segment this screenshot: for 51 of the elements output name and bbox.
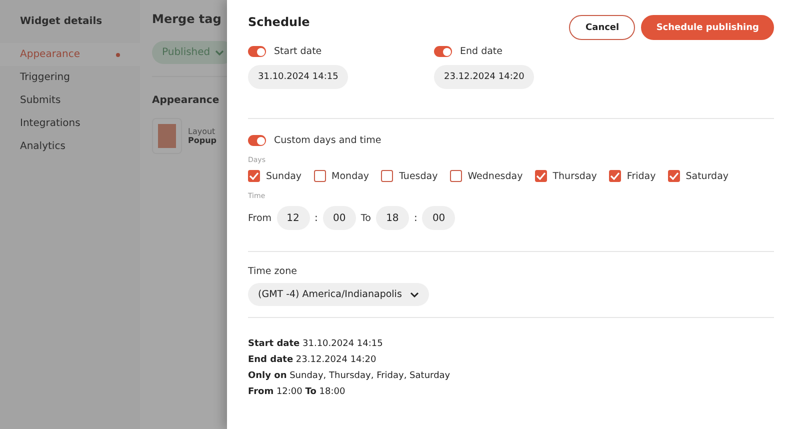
date-field[interactable]: 23.12.2024 14:20 (434, 65, 534, 89)
chevron-down-icon (410, 292, 419, 298)
toggle-switch[interactable] (248, 135, 266, 146)
time-separator: : (414, 212, 418, 224)
cancel-button[interactable]: Cancel (569, 15, 636, 40)
timezone-dropdown[interactable]: (GMT -4) America/Indianapolis (248, 283, 429, 306)
toggle-label: Custom days and time (274, 135, 382, 146)
sidebar-title: Widget details (19, 16, 104, 29)
timezone-label: Time zone (248, 266, 298, 277)
drawer-title: Schedule (248, 15, 310, 29)
sidebar-item[interactable]: Analytics (0, 135, 140, 158)
minute-field[interactable]: 00 (422, 206, 456, 230)
layout-value: Popup (188, 136, 217, 145)
day-label: Sunday (266, 170, 302, 182)
checkbox[interactable] (534, 170, 547, 182)
toggle-label: End date (460, 46, 502, 57)
time-separator: : (314, 212, 318, 224)
day-label: Thursday (552, 170, 597, 182)
schedule-publishing-button[interactable]: Schedule publishing (641, 15, 774, 40)
day-label: Wednesday (468, 170, 523, 182)
summary-line: From 12:00 To 18:00 (248, 386, 346, 399)
section-title: Appearance (152, 95, 220, 106)
chevron-down-icon (215, 50, 224, 56)
toggle-label: Start date (274, 46, 322, 57)
checkbox[interactable] (608, 170, 621, 182)
summary-line: Only on Sunday, Thursday, Friday, Saturday (248, 370, 452, 383)
layout-thumbnail (152, 118, 182, 154)
sidebar-item[interactable]: Integrations (0, 112, 140, 135)
checkbox[interactable] (381, 170, 394, 182)
from-label: From (248, 212, 272, 224)
toggle-switch[interactable] (434, 46, 452, 57)
sidebar-item[interactable]: Triggering (0, 66, 140, 89)
hour-field[interactable]: 12 (276, 206, 310, 230)
hour-field[interactable]: 18 (376, 206, 409, 230)
day-label: Tuesday (399, 170, 438, 182)
checkbox[interactable] (450, 170, 462, 182)
day-label: Saturday (686, 170, 729, 182)
day-label: Friday (626, 170, 656, 182)
toggle-switch[interactable] (248, 46, 266, 57)
layout-label: Layout (188, 127, 216, 136)
to-label: To (360, 212, 371, 224)
checkbox[interactable] (248, 170, 260, 182)
checkbox[interactable] (668, 170, 680, 182)
checkbox[interactable] (314, 170, 326, 182)
page-title: Merge tag (152, 12, 222, 26)
sidebar-item[interactable]: Submits (0, 89, 140, 112)
date-field[interactable]: 31.10.2024 14:15 (248, 65, 348, 89)
day-label: Monday (332, 170, 370, 182)
summary-line: End date 23.12.2024 14:20 (248, 354, 378, 367)
summary-line: Start date 31.10.2024 14:15 (248, 338, 384, 351)
minute-field[interactable]: 00 (322, 206, 356, 230)
